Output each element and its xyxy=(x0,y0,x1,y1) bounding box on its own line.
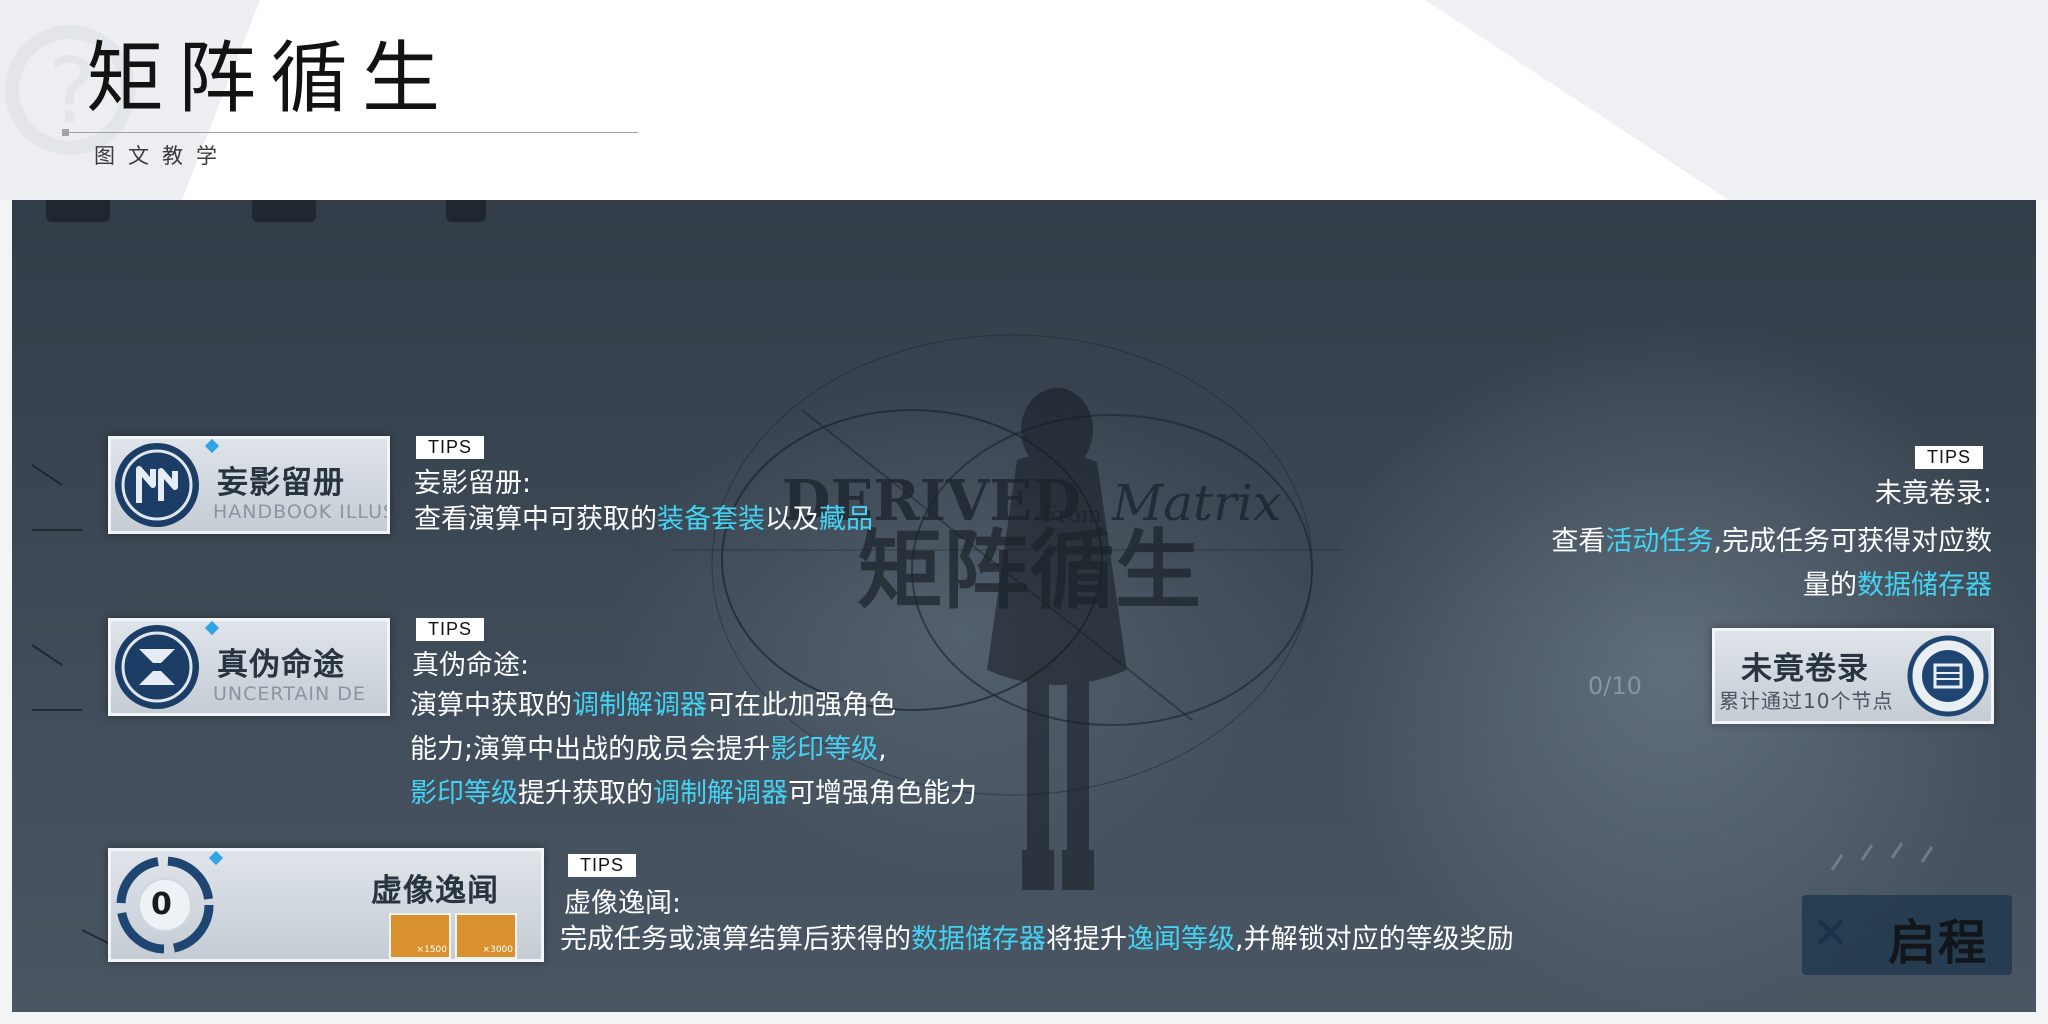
page-subtitle: 图文教学 xyxy=(94,144,230,168)
top-remnant-home xyxy=(252,200,316,222)
records-card-title: 未竟卷录 xyxy=(1741,651,1869,687)
reward-item-2: ×3000 xyxy=(455,913,517,959)
uncertain-card-title: 真伪命途 xyxy=(217,647,345,683)
uncertain-line1: 演算中获取的调制解调器可在此加强角色 xyxy=(410,690,896,721)
uncertain-card[interactable]: 真伪命途 UNCERTAIN DE xyxy=(108,618,390,716)
rumor-level: 0 xyxy=(151,887,172,922)
uncertain-heading: 真伪命途: xyxy=(412,650,530,681)
start-button-label: 启程 xyxy=(1888,915,1989,971)
uncertain-card-sub: UNCERTAIN DE xyxy=(213,683,366,705)
main-panel: DERIVED From Matrix 矩阵循生 妄影留册 HANDBOOK I… xyxy=(12,200,2036,1012)
records-heading: 未竟卷录: xyxy=(1874,478,1992,509)
handbook-icon xyxy=(115,443,199,527)
uncertain-icon xyxy=(115,625,199,709)
handbook-card-sub: HANDBOOK ILLUSI xyxy=(213,501,390,523)
rumor-desc: 完成任务或演算结算后获得的数据储存器将提升逸闻等级,并解锁对应的等级奖励 xyxy=(560,924,1514,955)
uncertain-line2: 能力;演算中出战的成员会提升影印等级, xyxy=(410,734,887,765)
records-progress: 0/10 xyxy=(1588,672,1642,700)
reward-item-1: ×1500 xyxy=(389,913,451,959)
tips-label: TIPS xyxy=(1915,446,1984,469)
tips-label: TIPS xyxy=(416,618,485,641)
records-line1: 查看活动任务,完成任务可获得对应数 xyxy=(1551,526,1992,557)
top-remnant-misc xyxy=(446,200,486,222)
header-band-right xyxy=(1424,0,2048,200)
tips-label: TIPS xyxy=(416,436,485,459)
records-card[interactable]: 未竟卷录 累计通过10个节点 xyxy=(1712,628,1994,724)
records-icon xyxy=(1907,635,1989,717)
title-rule xyxy=(66,132,638,133)
records-line2: 量的数据储存器 xyxy=(1803,570,1992,601)
page-title: 矩阵循生 xyxy=(86,34,455,124)
watermark-cn: 矩阵循生 xyxy=(857,521,1201,621)
tips-label: TIPS xyxy=(568,854,637,877)
rumor-card[interactable]: 0 虚像逸闻 ×1500 ×3000 xyxy=(108,848,544,962)
header: ? 矩阵循生 图文教学 xyxy=(0,0,2048,200)
card-marker xyxy=(204,439,220,454)
rumor-card-title: 虚像逸闻 xyxy=(371,873,499,909)
uncertain-line3: 影印等级提升获取的调制解调器可增强角色能力 xyxy=(410,778,977,809)
handbook-card-title: 妄影留册 xyxy=(217,465,345,501)
card-marker xyxy=(204,621,220,636)
top-remnant-back xyxy=(46,200,110,222)
handbook-card[interactable]: 妄影留册 HANDBOOK ILLUSI xyxy=(108,436,390,534)
handbook-desc: 查看演算中可获取的装备套装以及藏品 xyxy=(414,504,873,535)
start-icon: ✕ xyxy=(1812,908,1849,959)
records-card-sub: 累计通过10个节点 xyxy=(1719,689,1894,713)
